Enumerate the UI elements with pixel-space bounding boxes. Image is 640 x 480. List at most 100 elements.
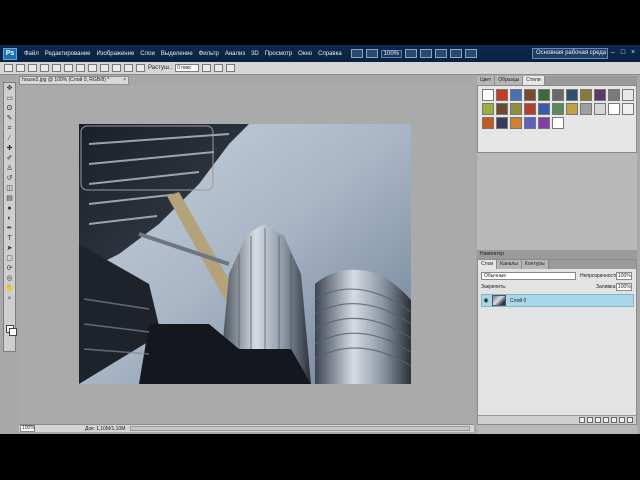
lasso-variant-icon[interactable]: [64, 64, 73, 72]
pen-tool-icon[interactable]: [100, 64, 109, 72]
hand-tool-icon[interactable]: ✋: [5, 285, 14, 293]
layer-style-icon[interactable]: [587, 417, 593, 423]
style-swatch[interactable]: [580, 89, 592, 101]
blur-tool-icon[interactable]: ●: [5, 205, 14, 213]
tab-paths[interactable]: Контуры: [521, 260, 549, 269]
anti-alias-icon[interactable]: [202, 64, 212, 72]
document-info[interactable]: Док: 1,10M/1,10M: [85, 426, 125, 432]
style-swatch[interactable]: [566, 89, 578, 101]
document-tab[interactable]: house2.jpg @ 100% (Слой 0, RGB/8) * ×: [19, 76, 129, 85]
style-swatch[interactable]: [482, 89, 494, 101]
zoom-tool-icon[interactable]: [420, 49, 433, 58]
style-swatch[interactable]: [622, 103, 634, 115]
layer-row[interactable]: ◉ Слой 0: [481, 294, 634, 307]
workspace-switcher[interactable]: Основная рабочая среда: [532, 48, 608, 59]
style-swatch[interactable]: [482, 117, 494, 129]
style-swatch[interactable]: [510, 117, 522, 129]
style-swatch[interactable]: [496, 117, 508, 129]
delete-layer-icon[interactable]: [627, 417, 633, 423]
tab-layers[interactable]: Слои: [478, 260, 498, 269]
style-swatch[interactable]: [552, 117, 564, 129]
healing-brush-icon[interactable]: ✚: [5, 145, 14, 153]
zoom-tool-icon[interactable]: ⌕: [5, 295, 14, 303]
style-swatch[interactable]: [524, 89, 536, 101]
gradient-tool-icon[interactable]: ▤: [5, 195, 14, 203]
magnetic-lasso-icon[interactable]: [88, 64, 97, 72]
layer-name[interactable]: Слой 0: [510, 298, 526, 304]
style-swatch[interactable]: [608, 89, 620, 101]
style-swatch[interactable]: [580, 103, 592, 115]
menu-3d[interactable]: 3D: [248, 51, 262, 57]
style-swatch[interactable]: [566, 103, 578, 115]
shape-tool-icon[interactable]: ▢: [5, 255, 14, 263]
new-group-icon[interactable]: [611, 417, 617, 423]
type-tool-icon[interactable]: T: [5, 235, 14, 243]
arrange-documents-icon[interactable]: [450, 49, 463, 58]
eyedropper-tool-icon[interactable]: ⁄: [5, 135, 14, 143]
zoom-level-select[interactable]: 100%: [380, 49, 403, 58]
refine-edge-icon[interactable]: [214, 64, 224, 72]
visibility-eye-icon[interactable]: ◉: [482, 297, 490, 305]
style-swatch[interactable]: [552, 89, 564, 101]
dodge-tool-icon[interactable]: ◐: [5, 215, 14, 223]
tab-swatches[interactable]: Образцы: [495, 76, 524, 85]
tab-color[interactable]: Цвет: [477, 76, 496, 85]
style-swatch[interactable]: [552, 103, 564, 115]
maximize-icon[interactable]: □: [619, 48, 627, 57]
screen-mode-icon[interactable]: [465, 49, 478, 58]
clone-stamp-icon[interactable]: ♙: [5, 165, 14, 173]
hand-tool-icon[interactable]: [405, 49, 418, 58]
intersect-selection-icon[interactable]: [52, 64, 61, 72]
menu-edit[interactable]: Редактирование: [42, 51, 94, 57]
link-layers-icon[interactable]: [579, 417, 585, 423]
bridge-icon[interactable]: [350, 49, 363, 58]
menu-filter[interactable]: Фильтр: [196, 51, 222, 57]
3d-rotate-icon[interactable]: ⟳: [5, 265, 14, 273]
style-swatch[interactable]: [594, 89, 606, 101]
mini-bridge-icon[interactable]: [365, 49, 378, 58]
style-icon[interactable]: [226, 64, 236, 72]
fill-field[interactable]: 100%: [616, 283, 632, 291]
new-selection-icon[interactable]: [16, 64, 25, 72]
tab-styles[interactable]: Стили: [523, 76, 545, 85]
style-swatch[interactable]: [594, 103, 606, 115]
quick-select-tool-icon[interactable]: ✎: [5, 115, 14, 123]
style-swatch[interactable]: [482, 103, 494, 115]
3d-camera-icon[interactable]: ◎: [5, 275, 14, 283]
background-color-swatch[interactable]: [9, 328, 17, 336]
blend-mode-select[interactable]: Обычные: [481, 272, 576, 280]
tab-channels[interactable]: Каналы: [497, 260, 522, 269]
menu-window[interactable]: Окно: [295, 51, 315, 57]
feather-input[interactable]: 0 пикс: [175, 64, 200, 72]
brush-tool-icon[interactable]: ✐: [5, 155, 14, 163]
marquee-tool-icon[interactable]: ▭: [5, 95, 14, 103]
path-select-icon[interactable]: ➤: [5, 245, 14, 253]
pen-tool-icon[interactable]: ✒: [5, 225, 14, 233]
style-swatch[interactable]: [510, 89, 522, 101]
lasso-tool-icon[interactable]: ʘ: [5, 105, 14, 113]
close-icon[interactable]: ×: [629, 48, 637, 57]
style-swatch[interactable]: [538, 117, 550, 129]
style-swatch[interactable]: [608, 103, 620, 115]
add-selection-icon[interactable]: [28, 64, 37, 72]
crop-tool-icon[interactable]: ⌗: [5, 125, 14, 133]
style-swatch[interactable]: [622, 89, 634, 101]
rotate-view-icon[interactable]: [435, 49, 448, 58]
tool-preset-icon[interactable]: [4, 64, 13, 72]
add-mask-icon[interactable]: [595, 417, 601, 423]
navigator-collapsed-tab[interactable]: Навигатор: [477, 250, 637, 259]
style-swatch[interactable]: [496, 89, 508, 101]
minimize-icon[interactable]: –: [609, 48, 617, 57]
history-brush-icon[interactable]: ↺: [5, 175, 14, 183]
adjustment-layer-icon[interactable]: [603, 417, 609, 423]
menu-analysis[interactable]: Анализ: [222, 51, 248, 57]
shape-tool-icon[interactable]: [112, 64, 121, 72]
close-document-icon[interactable]: ×: [123, 77, 126, 84]
horizontal-scrollbar[interactable]: [130, 426, 470, 431]
document-image[interactable]: [79, 124, 411, 384]
subtract-selection-icon[interactable]: [40, 64, 49, 72]
menu-file[interactable]: Файл: [21, 51, 42, 57]
style-swatch[interactable]: [510, 103, 522, 115]
opacity-field[interactable]: 100%: [616, 272, 632, 280]
menu-select[interactable]: Выделение: [158, 51, 196, 57]
